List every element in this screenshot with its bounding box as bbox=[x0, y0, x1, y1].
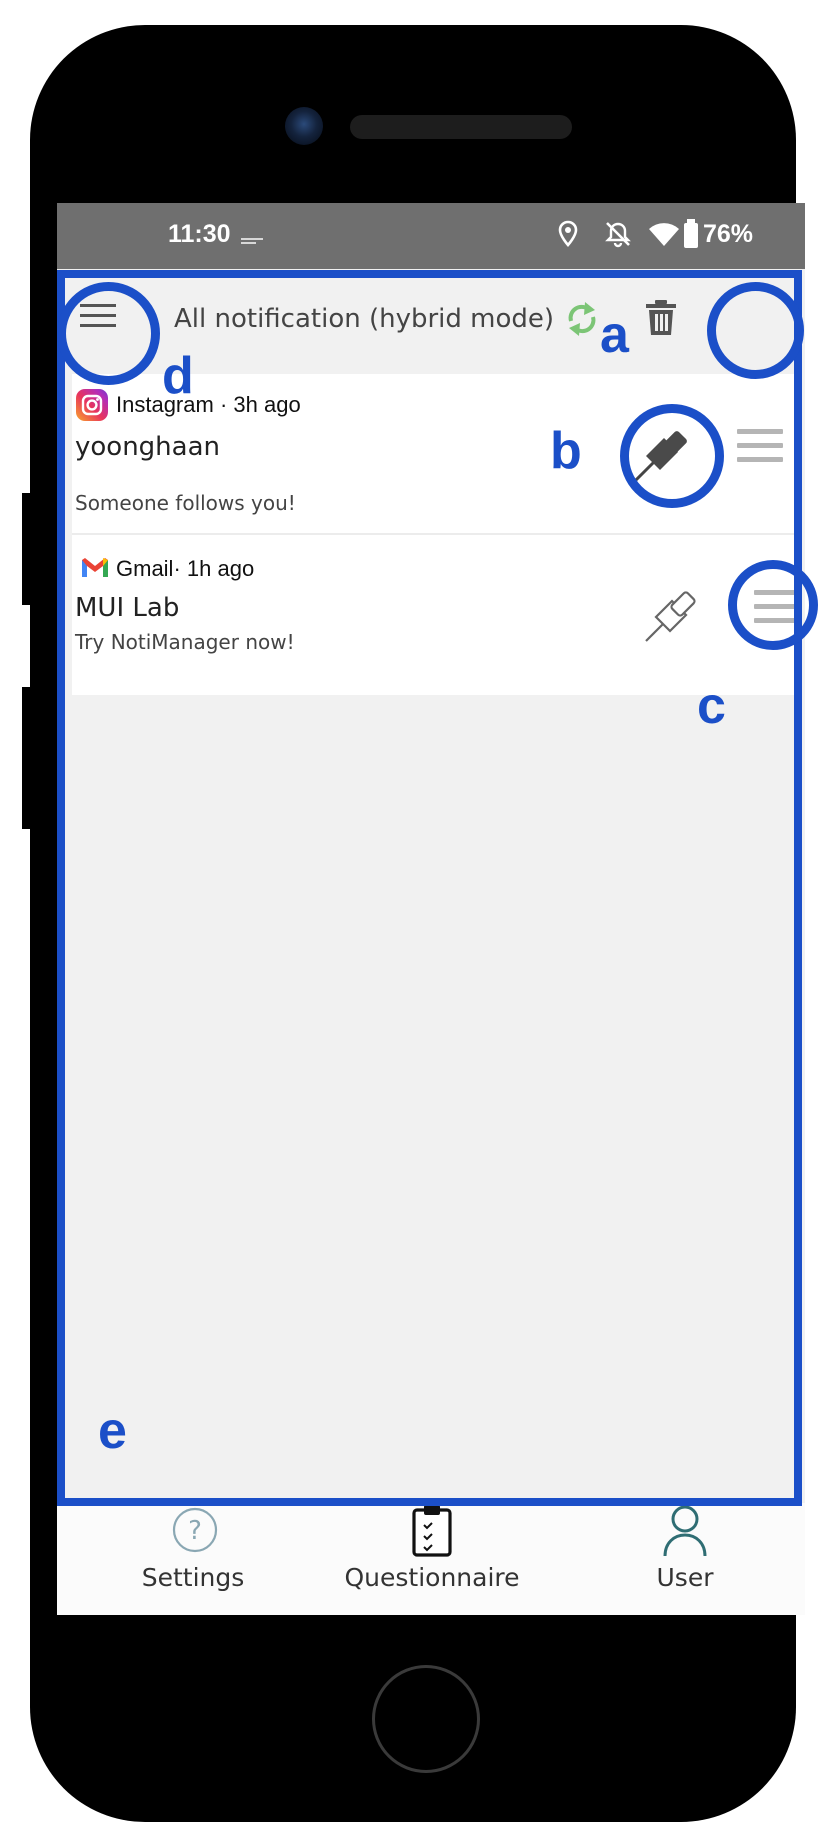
battery-percent: 76% bbox=[703, 220, 754, 248]
battery-icon bbox=[683, 219, 699, 253]
volume-up-button bbox=[22, 493, 32, 605]
nav-label: Settings bbox=[141, 1563, 245, 1592]
annotation-label-a: a bbox=[600, 306, 629, 364]
annotation-label-b: b bbox=[550, 422, 582, 480]
nav-item-questionnaire[interactable]: Questionnaire bbox=[327, 1503, 537, 1615]
annotation-label-e: e bbox=[98, 1402, 127, 1460]
annotation-label-c: c bbox=[697, 677, 726, 735]
clipboard-icon bbox=[411, 1503, 453, 1561]
annotation-ring-d bbox=[57, 282, 160, 385]
volume-down-button bbox=[22, 687, 32, 829]
annotation-ring-b bbox=[620, 404, 724, 508]
status-time: 11:30 bbox=[168, 220, 231, 248]
svg-text:?: ? bbox=[188, 1516, 202, 1546]
annotation-label-d: d bbox=[162, 347, 194, 405]
nav-item-settings[interactable]: ? Settings bbox=[128, 1503, 258, 1615]
nav-item-user[interactable]: User bbox=[635, 1503, 735, 1615]
nav-label: Questionnaire bbox=[344, 1563, 520, 1592]
bell-off-icon bbox=[604, 220, 632, 252]
annotation-ring-c bbox=[728, 560, 818, 650]
status-bar: 11:30 76% bbox=[57, 203, 805, 269]
nav-label: User bbox=[656, 1563, 714, 1592]
front-camera bbox=[285, 107, 323, 145]
question-circle-icon: ? bbox=[171, 1506, 219, 1558]
annotation-ring-a bbox=[707, 282, 804, 379]
noti-manager-mini-icon bbox=[241, 231, 263, 244]
bottom-nav: ? Settings Questionnaire User bbox=[57, 1503, 805, 1615]
wifi-icon bbox=[648, 222, 680, 252]
user-icon bbox=[661, 1504, 709, 1562]
location-icon bbox=[557, 220, 579, 252]
home-button[interactable] bbox=[372, 1665, 480, 1773]
earpiece-speaker bbox=[350, 115, 572, 139]
